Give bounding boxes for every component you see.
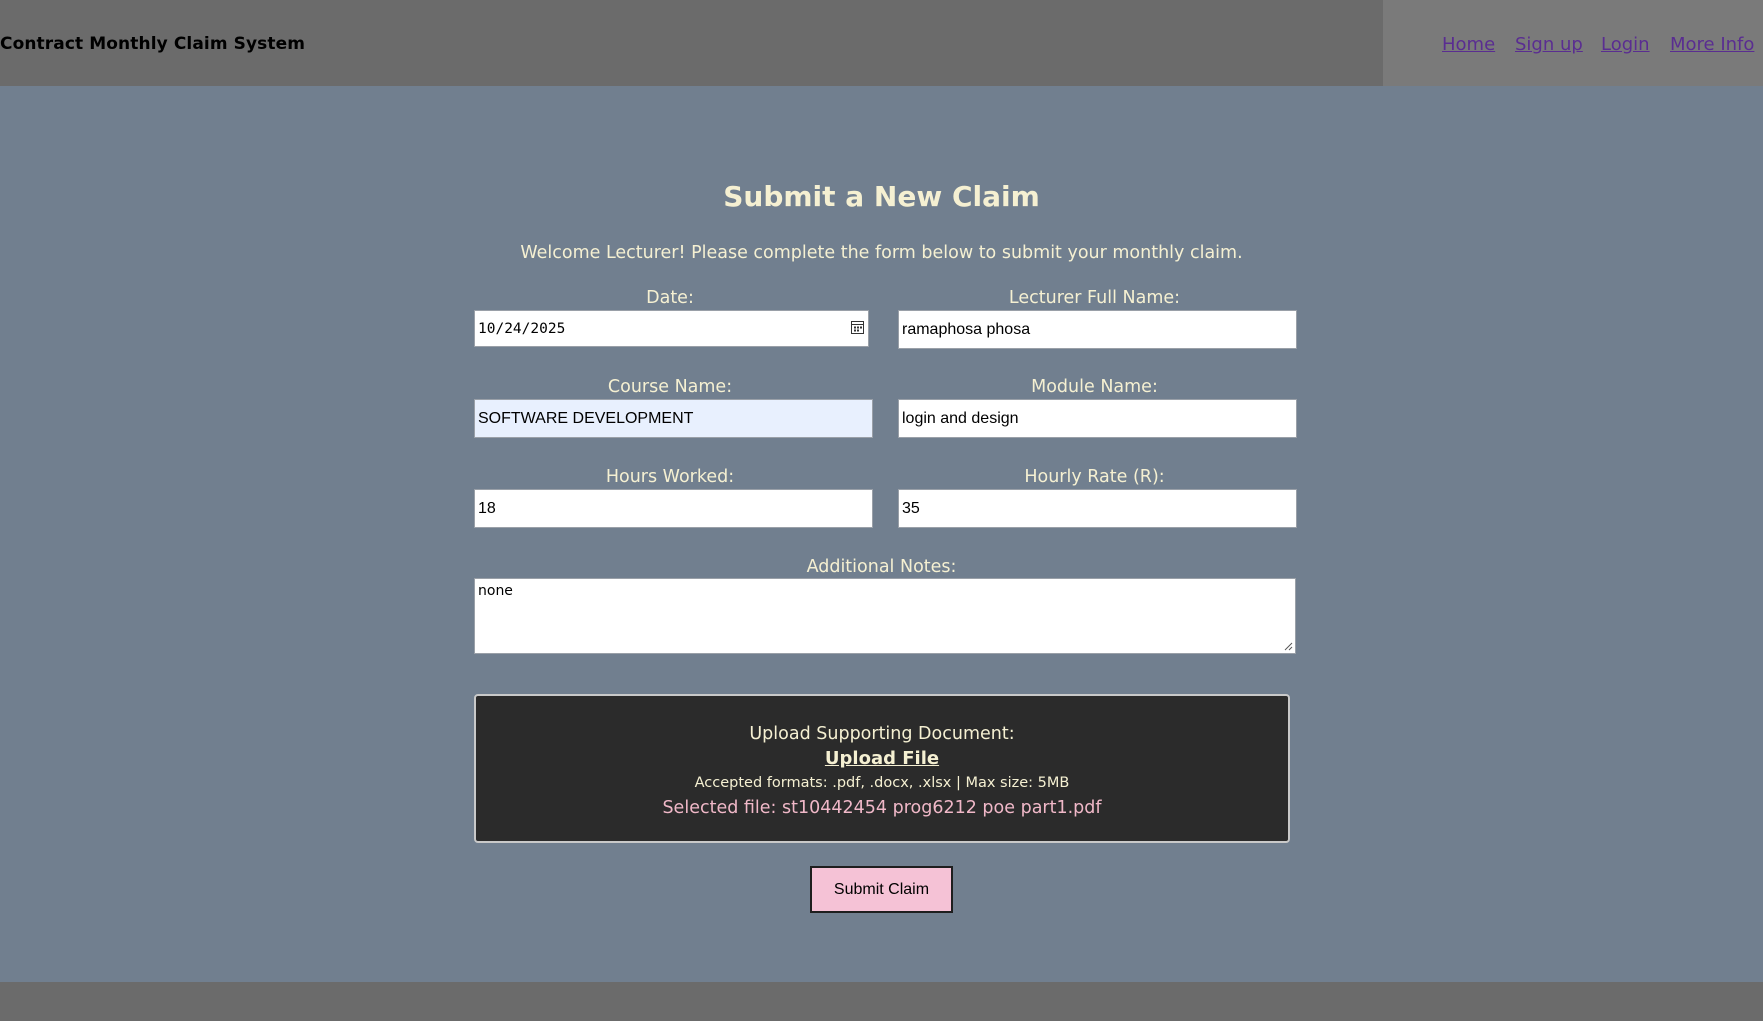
- hours-worked-input[interactable]: 18: [474, 489, 873, 528]
- hours-worked-label: Hours Worked:: [605, 467, 735, 487]
- module-name-value: login and design: [902, 409, 1019, 427]
- nav-link-home[interactable]: Home: [1442, 34, 1495, 55]
- upload-label: Upload Supporting Document:: [749, 724, 1015, 744]
- hourly-rate-value: 35: [902, 499, 920, 517]
- top-header: Contract Monthly Claim System Home Sign …: [0, 0, 1763, 86]
- course-name-label: Course Name:: [607, 377, 733, 397]
- date-input[interactable]: 10/24/2025: [474, 310, 869, 347]
- hourly-rate-input[interactable]: 35: [898, 489, 1297, 528]
- lecturer-name-value: ramaphosa phosa: [902, 320, 1031, 338]
- welcome-message: Welcome Lecturer! Please complete the fo…: [520, 243, 1243, 263]
- module-name-label: Module Name:: [1031, 377, 1158, 397]
- upload-file-button[interactable]: Upload File: [825, 748, 939, 769]
- nav-link-sign-up[interactable]: Sign up: [1515, 34, 1583, 55]
- footer-bar: [0, 982, 1763, 1021]
- submit-claim-button[interactable]: Submit Claim: [810, 866, 953, 913]
- module-name-input[interactable]: login and design: [898, 399, 1297, 438]
- hours-worked-value: 18: [478, 499, 496, 517]
- calendar-icon[interactable]: [851, 320, 864, 334]
- selected-file-text: Selected file: st10442454 prog6212 poe p…: [662, 798, 1102, 818]
- hourly-rate-label: Hourly Rate (R):: [1024, 467, 1165, 487]
- date-value: 10/24/2025: [478, 320, 566, 337]
- page-title: Submit a New Claim: [723, 180, 1040, 213]
- upload-panel: Upload Supporting Document: Upload File …: [474, 694, 1290, 843]
- notes-textarea[interactable]: none: [474, 578, 1296, 654]
- nav-link-more-info[interactable]: More Info: [1670, 34, 1754, 55]
- notes-label: Additional Notes:: [806, 557, 957, 577]
- course-name-value: SOFTWARE DEVELOPMENT: [478, 409, 694, 427]
- nav-bar: Home Sign up Login More Info: [1383, 0, 1763, 86]
- lecturer-name-label: Lecturer Full Name:: [1008, 288, 1181, 308]
- course-name-input[interactable]: SOFTWARE DEVELOPMENT: [474, 399, 873, 438]
- notes-value: none: [478, 583, 513, 599]
- accepted-formats-text: Accepted formats: .pdf, .docx, .xlsx | M…: [694, 775, 1070, 791]
- lecturer-name-input[interactable]: ramaphosa phosa: [898, 310, 1297, 349]
- nav-link-login[interactable]: Login: [1601, 34, 1650, 55]
- date-label: Date:: [646, 288, 694, 308]
- app-title: Contract Monthly Claim System: [0, 34, 306, 54]
- resize-handle-icon[interactable]: [1284, 642, 1293, 651]
